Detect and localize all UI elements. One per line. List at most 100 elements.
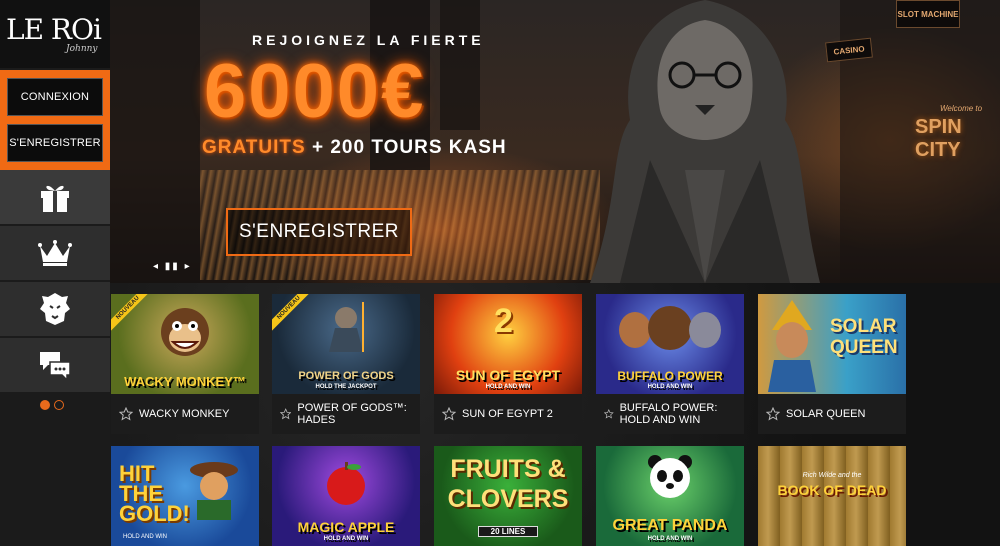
game-thumbnail[interactable]: SOLAR QUEEN <box>758 294 906 394</box>
game-card[interactable]: NOUVEAU POWER OF GODS HOLD THE JACKPOT P… <box>272 294 420 434</box>
promotions-button[interactable] <box>0 170 110 224</box>
game-name[interactable]: SOLAR QUEEN <box>786 408 865 420</box>
welcome-sign-text: Welcome to <box>940 104 983 113</box>
pager-dot-1[interactable] <box>40 400 50 410</box>
game-thumbnail[interactable]: FRUITS & CLOVERS 20 LINES <box>434 446 582 546</box>
game-card[interactable]: BUFFALO POWER HOLD AND WIN BUFFALO POWER… <box>596 294 744 434</box>
game-meta: SOLAR QUEEN <box>758 394 906 434</box>
site-logo[interactable]: LE ROi Johnny <box>0 0 110 68</box>
game-art-subtitle: Rich Wilde and the <box>802 472 862 479</box>
monkey-art <box>161 308 209 356</box>
hades-art <box>329 302 364 352</box>
game-card[interactable]: MAGIC APPLE HOLD AND WIN <box>272 446 420 546</box>
spin-city-sign: SPIN CITY <box>915 116 962 161</box>
sidebar: LE ROi Johnny CONNEXION S'ENREGISTRER <box>0 0 110 546</box>
game-card[interactable]: NOUVEAU WACKY MONKEY™ WACKY MONKEY <box>111 294 259 434</box>
game-art-subtitle: HOLD AND WIN <box>323 536 369 542</box>
login-button[interactable]: CONNEXION <box>7 78 103 116</box>
game-card[interactable]: 2 SUN OF EGYPT HOLD AND WIN SUN OF EGYPT… <box>434 294 582 434</box>
gift-icon <box>41 185 69 212</box>
game-meta: WACKY MONKEY <box>111 394 259 434</box>
miner-art <box>190 462 238 520</box>
game-art-subtitle: HOLD AND WIN <box>647 384 693 390</box>
banner-offer: GRATUITS + 200 TOURS KASH <box>202 137 507 159</box>
game-thumbnail[interactable]: MAGIC APPLE HOLD AND WIN <box>272 446 420 546</box>
new-ribbon: NOUVEAU <box>111 294 156 336</box>
favorite-star-icon[interactable] <box>119 407 133 421</box>
lion-club-button[interactable] <box>0 282 110 336</box>
game-art-block: BUFFALO POWER HOLD AND WIN <box>617 370 722 390</box>
game-art-block: POWER OF GODS HOLD THE JACKPOT <box>298 370 394 391</box>
game-thumbnail[interactable]: Rich Wilde and the BOOK OF DEAD <box>758 446 906 546</box>
logo-subtext: Johnny <box>66 44 98 54</box>
game-art-subtitle: HOLD AND WIN <box>123 534 168 540</box>
logo-text: LE ROi <box>6 13 102 46</box>
game-card[interactable]: HIT THE GOLD! HOLD AND WIN <box>111 446 259 546</box>
game-thumbnail[interactable]: NOUVEAU POWER OF GODS HOLD THE JACKPOT <box>272 294 420 394</box>
game-card[interactable]: Rich Wilde and the BOOK OF DEAD <box>758 446 906 546</box>
game-thumbnail[interactable]: BUFFALO POWER HOLD AND WIN <box>596 294 744 394</box>
game-thumbnail[interactable]: 2 SUN OF EGYPT HOLD AND WIN <box>434 294 582 394</box>
game-name[interactable]: SUN OF EGYPT 2 <box>462 408 553 420</box>
chat-icon <box>40 352 71 381</box>
building-left <box>110 0 200 283</box>
game-name[interactable]: WACKY MONKEY <box>139 408 229 420</box>
game-art-title: MAGIC APPLE <box>297 519 395 535</box>
favorite-star-icon[interactable] <box>280 407 292 421</box>
game-card[interactable]: SOLAR QUEEN SOLAR QUEEN <box>758 294 906 434</box>
game-art-subtitle: HOLD AND WIN <box>647 536 693 542</box>
game-art-subtitle: 20 LINES <box>478 526 538 537</box>
game-art-title: WACKY MONKEY™ <box>124 374 246 389</box>
game-art-title: POWER OF GODS <box>298 370 394 382</box>
sidebar-pager <box>40 400 64 410</box>
game-art-title: SOLAR QUEEN <box>830 316 898 358</box>
queen-art <box>768 300 816 392</box>
game-art-title: FRUITS & CLOVERS <box>447 455 569 513</box>
pager-dot-2[interactable] <box>54 400 64 410</box>
game-art-block: SUN OF EGYPT HOLD AND WIN <box>456 368 560 390</box>
new-ribbon: NOUVEAU <box>272 294 317 336</box>
game-art-block: GREAT PANDA HOLD AND WIN <box>612 517 728 543</box>
slot-machine-sign: SLOT MACHINE <box>896 0 960 28</box>
building-mid2 <box>440 0 480 130</box>
game-art-subtitle: HOLD AND WIN <box>485 384 531 390</box>
game-grid: NOUVEAU WACKY MONKEY™ WACKY MONKEY NOUVE… <box>110 283 1000 546</box>
vip-button[interactable] <box>0 226 110 280</box>
auth-panel: CONNEXION S'ENREGISTRER <box>0 70 110 170</box>
game-thumbnail[interactable]: HIT THE GOLD! HOLD AND WIN <box>111 446 259 546</box>
game-thumbnail[interactable]: GREAT PANDA HOLD AND WIN <box>596 446 744 546</box>
game-meta: SUN OF EGYPT 2 <box>434 394 582 434</box>
favorite-star-icon[interactable] <box>442 407 456 421</box>
live-chat-button[interactable] <box>0 338 110 392</box>
offer-highlight: GRATUITS <box>202 137 306 158</box>
favorite-star-icon[interactable] <box>604 407 614 421</box>
game-art-subtitle: HOLD THE JACKPOT <box>315 384 377 390</box>
game-card[interactable]: FRUITS & CLOVERS 20 LINES <box>434 446 582 546</box>
game-art-title: HIT THE GOLD! <box>119 461 190 526</box>
game-meta: BUFFALO POWER: HOLD AND WIN <box>596 394 744 434</box>
sequel-number-art: 2 <box>494 302 513 340</box>
slider-controls[interactable]: ◂ ▮▮ ▸ <box>153 261 192 272</box>
game-art-title: SUN OF EGYPT <box>455 367 561 383</box>
game-thumbnail[interactable]: NOUVEAU WACKY MONKEY™ <box>111 294 259 394</box>
panda-art <box>648 455 692 498</box>
lion-icon <box>40 293 70 325</box>
offer-rest: + 200 TOURS KASH <box>305 137 507 158</box>
game-art-title: BOOK OF DEAD <box>777 482 887 498</box>
game-name[interactable]: POWER OF GODS™: HADES <box>297 402 420 426</box>
game-art-block: MAGIC APPLE HOLD AND WIN <box>298 520 395 542</box>
promo-banner[interactable]: SLOT MACHINE CASINO Welcome to SPIN CITY… <box>110 0 1000 283</box>
favorite-star-icon[interactable] <box>766 407 780 421</box>
crown-icon <box>38 240 72 266</box>
lion-mascot-image <box>590 0 820 283</box>
banner-subtitle: REJOIGNEZ LA FIERTE <box>252 32 485 48</box>
banner-register-button[interactable]: S'ENREGISTRER <box>226 208 412 256</box>
game-meta: POWER OF GODS™: HADES <box>272 394 420 434</box>
game-card[interactable]: GREAT PANDA HOLD AND WIN <box>596 446 744 546</box>
register-button[interactable]: S'ENREGISTRER <box>7 124 103 162</box>
game-art-title: GREAT PANDA <box>612 517 728 534</box>
animals-art <box>619 306 721 350</box>
casino-page: LE ROi Johnny CONNEXION S'ENREGISTRER SL… <box>0 0 1000 546</box>
game-name[interactable]: BUFFALO POWER: HOLD AND WIN <box>620 402 744 426</box>
banner-amount: 6000€ <box>204 49 426 134</box>
